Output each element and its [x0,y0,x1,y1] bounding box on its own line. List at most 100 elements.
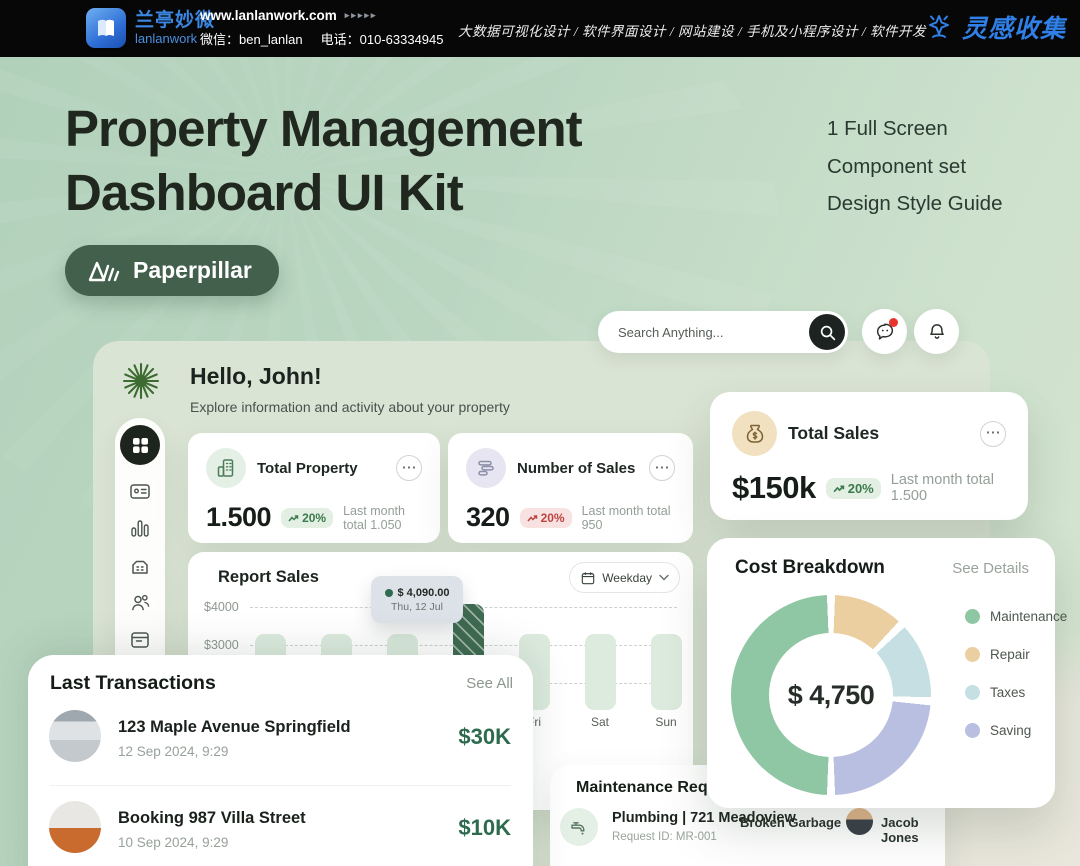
cost-breakdown-card: Cost Breakdown See Details $ 4,750 Maint… [707,538,1055,808]
contact-block: www.lanlanwork.com ▸▸▸▸▸ 微信：ben_lanlan 电… [200,8,443,48]
services-list: 大数据可视化设计 / 软件界面设计 / 网站建设 / 手机及小程序设计 / 软件… [458,20,926,40]
money-bag-icon [732,411,777,456]
sidebar-item-card-icon[interactable] [129,480,151,502]
stat-card-number-of-sales: Number of Sales 320 20% Last month total… [448,433,693,543]
wechat-id: 微信：ben_lanlan [200,29,303,48]
legend-dot [965,647,980,662]
transaction-amount: $10K [458,815,511,841]
legend-label: Saving [990,723,1031,738]
stat-label: Number of Sales [517,460,638,477]
tooltip-dot [385,589,393,597]
trend-badge: 20% [826,478,881,499]
more-options-button[interactable] [649,455,675,481]
notification-dot [889,318,898,327]
stat-note: Last month total 1.500 [891,472,1006,504]
search-bar [598,311,848,353]
feature-item: Design Style Guide [827,185,1002,223]
property-icon [206,448,246,488]
request-id: Request ID: MR-001 [612,831,717,843]
transactions-title: Last Transactions [50,672,216,695]
legend-dot [965,723,980,738]
search-button[interactable] [809,314,845,350]
paperpillar-badge[interactable]: Paperpillar [65,245,279,296]
sidebar-item-dashboard[interactable] [120,425,160,465]
trend-up-icon [527,513,538,523]
tooltip-value: $ 4,090.00 [398,587,450,599]
search-input[interactable] [598,325,809,340]
assignee-name: Jacob Jones [881,815,945,845]
sidebar-item-property-icon[interactable] [129,554,151,576]
stat-value: $150k [732,470,816,506]
trend-up-icon [288,513,299,523]
feature-item: Component set [827,148,1002,186]
sidebar-item-analytics-icon[interactable] [129,517,151,539]
legend-label: Taxes [990,685,1025,700]
dashboard-grid-icon [132,437,149,454]
greeting-title: Hello, John! [190,363,322,390]
legend-label: Maintenance [990,609,1067,624]
divider [50,785,511,786]
more-options-button[interactable] [396,455,422,481]
book-logo-icon [86,8,126,48]
cost-legend: Maintenance Repair Taxes Saving [965,609,1067,761]
legend-label: Repair [990,647,1030,662]
plumbing-icon [560,808,598,846]
legend-item-saving: Saving [965,723,1067,738]
legend-item-taxes: Taxes [965,685,1067,700]
phone-number: 电话：010-63334945 [321,29,444,48]
property-photo [49,801,101,853]
website-url[interactable]: www.lanlanwork.com [200,8,337,23]
stat-label: Total Sales [788,423,969,444]
trend-badge: 20% [281,508,333,528]
stat-label: Total Property [257,460,385,477]
transaction-date: 12 Sep 2024, 9:29 [118,744,228,759]
see-all-link[interactable]: See All [466,675,513,692]
logo[interactable]: 兰亭妙微 lanlanwork [86,8,215,48]
paperpillar-logo-icon [87,259,121,283]
trend-up-icon [833,483,845,494]
donut-total: $ 4,750 [788,680,875,711]
page-title: Property Management Dashboard UI Kit [65,97,582,225]
sidebar-item-schedule-icon[interactable] [129,628,151,650]
assignee-avatar [846,808,873,835]
hero-section: Property Management Dashboard UI Kit 1 F… [0,57,1080,866]
more-options-button[interactable] [980,421,1006,447]
starburst-icon [121,361,161,401]
legend-dot [965,609,980,624]
report-bar-sun[interactable] [651,634,682,710]
property-photo [49,710,101,762]
cost-breakdown-title: Cost Breakdown [735,557,885,579]
feature-list: 1 Full Screen Component set Design Style… [827,110,1002,223]
greeting-subtitle: Explore information and activity about y… [190,399,510,415]
arrows-decoration: ▸▸▸▸▸ [345,10,378,21]
trend-badge: 20% [520,508,572,528]
notifications-button[interactable] [914,309,959,354]
stat-note: Last month total 1.050 [343,504,422,532]
bell-icon [926,321,948,343]
legend-item-maintenance: Maintenance [965,609,1067,624]
tooltip-date: Thu, 12 Jul [391,601,443,613]
chart-tooltip: $ 4,090.00 Thu, 12 Jul [371,576,463,623]
sales-count-icon [466,448,506,488]
legend-item-repair: Repair [965,647,1067,662]
stat-value: 320 [466,502,510,533]
collect-link[interactable]: 灵感收集 [923,9,1066,45]
transaction-name: Booking 987 Villa Street [118,809,306,828]
paperpillar-label: Paperpillar [133,257,252,284]
see-details-link[interactable]: See Details [952,560,1029,577]
messages-button[interactable] [862,309,907,354]
collect-label: 灵感收集 [962,9,1066,45]
last-transactions-card: Last Transactions See All 123 Maple Aven… [28,655,533,866]
legend-dot [965,685,980,700]
sidebar-item-tenants-icon[interactable] [129,591,151,613]
donut-center: $ 4,750 [769,633,893,757]
transaction-amount: $30K [458,724,511,750]
x-axis-tick: Sat [578,715,622,729]
x-axis-tick: Sun [644,715,688,729]
stat-value: 1.500 [206,502,271,533]
donut-chart: $ 4,750 [731,595,931,795]
site-header: 兰亭妙微 lanlanwork www.lanlanwork.com ▸▸▸▸▸… [0,0,1080,57]
request-issue: Broken Garbage [740,815,841,830]
report-bar-sat[interactable] [585,634,616,710]
search-icon [819,324,836,341]
